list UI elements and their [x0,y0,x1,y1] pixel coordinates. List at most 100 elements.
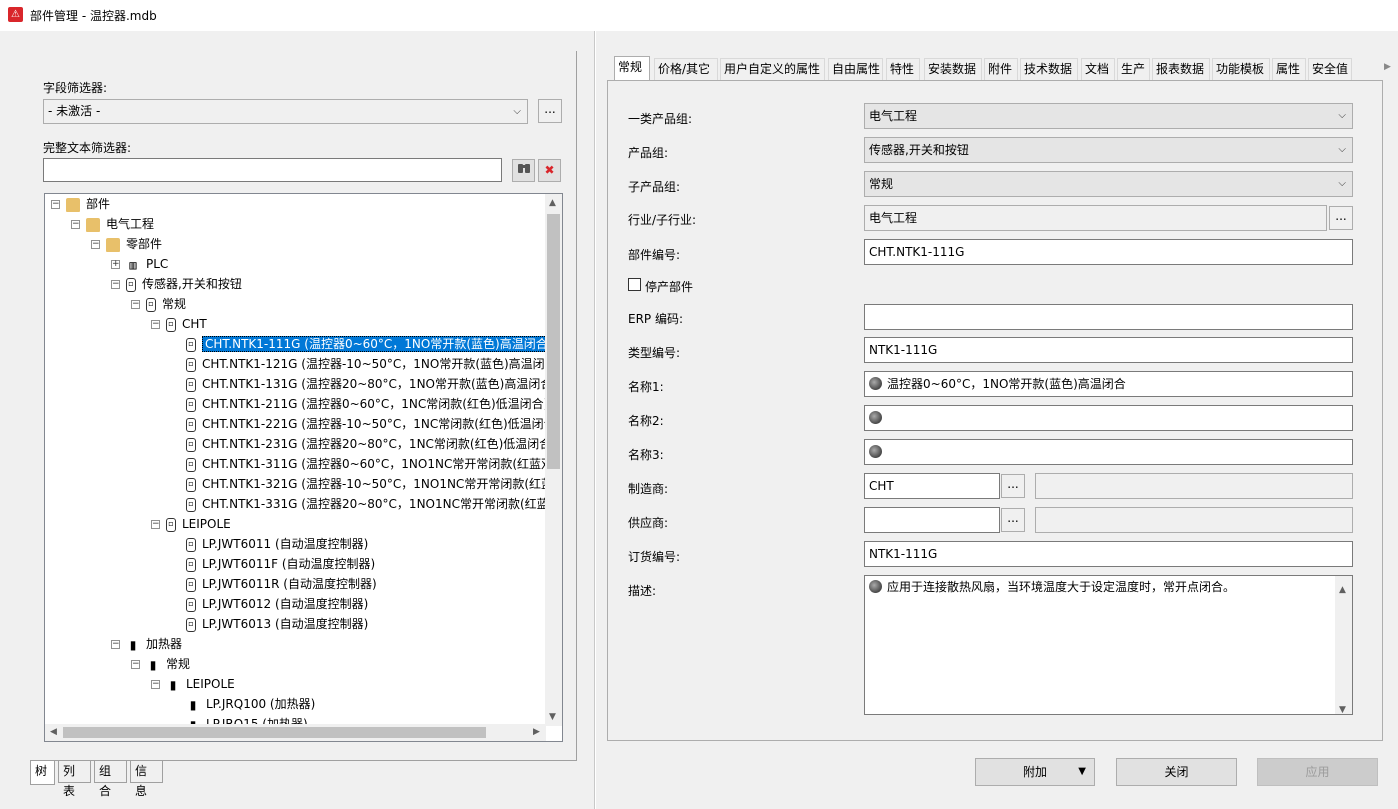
tree-node[interactable]: ▫ CHT.NTK1-331G (温控器20~80°C，1NO1NC常开常闭款(红… [171,494,562,514]
collapse-icon[interactable]: − [131,660,140,669]
tree-node[interactable]: ▫ CHT.NTK1-211G (温控器0~60°C，1NC常闭款(红色)低温闭合… [171,394,548,414]
order-number-field[interactable]: NTK1-111G [864,541,1353,567]
tree-hscroll-thumb[interactable] [63,727,486,738]
expand-icon[interactable]: + [111,260,120,269]
binoculars-icon[interactable] [512,159,535,182]
tab-properties[interactable]: 属性 [1272,58,1306,80]
tree-node[interactable]: − ▫ LEIPOLE [151,514,231,534]
tab-general[interactable]: 常规 [614,56,650,81]
collapse-icon[interactable]: − [151,320,160,329]
tab-function-templates[interactable]: 功能模板 [1212,58,1270,80]
field-filter-combo[interactable]: - 未激活 - ⌵ [43,99,528,124]
close-button[interactable]: 关闭 [1116,758,1237,786]
tree-node[interactable]: − 电气工程 [71,214,154,234]
tree-node[interactable]: ▫ CHT.NTK1-321G (温控器-10~50°C，1NO1NC常开常闭款(… [171,474,562,494]
scroll-up-icon[interactable]: ▲ [549,198,556,208]
add-button[interactable]: 附加 ▼ [975,758,1095,786]
tree-node[interactable]: − ▫ CHT [151,314,207,334]
tab-mounting-data[interactable]: 安装数据 [924,58,982,80]
collapse-icon[interactable]: − [151,680,160,689]
sub-group-combo[interactable]: 常规 ⌵ [864,171,1353,197]
collapse-icon[interactable]: − [131,300,140,309]
manufacturer-more-button[interactable]: ... [1001,474,1025,498]
tab-documents[interactable]: 文档 [1081,58,1115,80]
tab-report-data[interactable]: 报表数据 [1152,58,1210,80]
name1-field[interactable]: 温控器0~60°C，1NO常开款(蓝色)高温闭合 [864,371,1353,397]
part-tree[interactable]: − 部件 − 电气工程 − 零部件 + ▥ PLC − ▫ 传感器,开关和按钮 − ▫ 常规 − ▫ CHT ▫ CH… [44,193,563,742]
apply-button[interactable]: 应用 [1257,758,1378,786]
tab-safety-values[interactable]: 安全值 [1308,58,1352,80]
product-group1-combo[interactable]: 电气工程 ⌵ [864,103,1353,129]
tree-node[interactable]: − 部件 [51,194,110,214]
tree-node[interactable]: ▫ LP.JWT6011F (自动温度控制器) [171,554,375,574]
tree-node[interactable]: ▫ LP.JWT6013 (自动温度控制器) [171,614,368,634]
collapse-icon[interactable]: − [151,520,160,529]
tree-node[interactable]: ▫ LP.JWT6011R (自动温度控制器) [171,574,377,594]
tab-price-other[interactable]: 价格/其它 [654,58,718,80]
erp-field[interactable] [864,304,1353,330]
collapse-icon[interactable]: − [91,240,100,249]
globe-icon[interactable] [869,580,882,593]
discontinued-checkbox[interactable] [628,278,641,291]
tree-vertical-scrollbar[interactable]: ▲ ▼ [545,194,562,726]
supplier-more-button[interactable]: ... [1001,508,1025,532]
scroll-left-icon[interactable]: ◀ [50,727,57,737]
tree-node[interactable]: ▫ CHT.NTK1-311G (温控器0~60°C，1NO1NC常开常闭款(红蓝… [171,454,562,474]
tree-vscroll-thumb[interactable] [547,214,560,469]
scroll-up-icon[interactable]: ▲ [1339,580,1346,600]
tree-node[interactable]: ▫ CHT.NTK1-221G (温控器-10~50°C，1NC常闭款(红色)低温… [171,414,560,434]
product-group-value: 传感器,开关和按钮 [869,143,969,157]
tree-node[interactable]: ▫ CHT.NTK1-231G (温控器20~80°C，1NC常闭款(红色)低温闭… [171,434,556,454]
tree-node[interactable]: + ▥ PLC [111,254,168,274]
tab-production[interactable]: 生产 [1117,58,1150,80]
tree-node[interactable]: ▫ LP.JWT6012 (自动温度控制器) [171,594,368,614]
tree-node[interactable]: ▫ CHT.NTK1-121G (温控器-10~50°C，1NO常开款(蓝色)高温… [171,354,561,374]
tab-list[interactable]: 列表 [58,761,91,798]
supplier-field[interactable] [864,507,1000,533]
name3-field[interactable] [864,439,1353,465]
field-filter-more-button[interactable]: ... [538,99,562,123]
clear-filter-icon[interactable]: ✖ [538,159,561,182]
collapse-icon[interactable]: − [111,280,120,289]
tab-info[interactable]: 信息 [130,761,163,798]
fulltext-filter-input[interactable] [43,158,502,182]
description-scrollbar[interactable]: ▲ ▼ [1335,576,1352,714]
product-group-combo[interactable]: 传感器,开关和按钮 ⌵ [864,137,1353,163]
globe-icon[interactable] [869,411,882,424]
name2-field[interactable] [864,405,1353,431]
tab-user-defined-properties[interactable]: 用户自定义的属性 [720,58,825,80]
collapse-icon[interactable]: − [111,640,120,649]
dropdown-arrow-icon[interactable]: ▼ [1078,759,1086,785]
pane-splitter[interactable] [594,31,596,809]
tree-node[interactable]: ▫ CHT.NTK1-111G (温控器0~60°C，1NO常开款(蓝色)高温闭合… [171,334,556,354]
type-number-field[interactable]: NTK1-111G [864,337,1353,363]
tab-free-properties[interactable]: 自由属性 [828,58,883,80]
tree-node[interactable]: − ▫ 传感器,开关和按钮 [111,274,242,294]
scroll-down-icon[interactable]: ▼ [1339,700,1346,714]
scroll-down-icon[interactable]: ▼ [549,712,556,722]
collapse-icon[interactable]: − [51,200,60,209]
tree-horizontal-scrollbar[interactable]: ◀ ▶ [45,724,546,741]
part-number-field[interactable]: CHT.NTK1-111G [864,239,1353,265]
tree-node[interactable]: ▫ LP.JWT6011 (自动温度控制器) [171,534,368,554]
tree-node[interactable]: − ▮ 加热器 [111,634,182,654]
scroll-right-icon[interactable]: ▶ [533,727,540,737]
tree-node[interactable]: − ▮ 常规 [131,654,190,674]
description-field[interactable]: 应用于连接散热风扇，当环境温度大于设定温度时，常开点闭合。 ▲ ▼ [864,575,1353,715]
globe-icon[interactable] [869,445,882,458]
tab-accessories[interactable]: 附件 [984,58,1018,80]
tab-technical-data[interactable]: 技术数据 [1020,58,1078,80]
tabs-scroll-right-icon[interactable]: ▶ [1381,58,1394,76]
tab-combination[interactable]: 组合 [94,761,127,798]
tab-tree[interactable]: 树 [30,761,55,785]
collapse-icon[interactable]: − [71,220,80,229]
manufacturer-field[interactable]: CHT [864,473,1000,499]
tree-node[interactable]: − ▮ LEIPOLE [151,674,235,694]
tree-node[interactable]: ▮ LP.JRQ100 (加热器) [171,694,316,714]
tree-node[interactable]: − 零部件 [91,234,162,254]
globe-icon[interactable] [869,377,882,390]
industry-more-button[interactable]: ... [1329,206,1353,230]
tab-characteristics[interactable]: 特性 [886,58,920,80]
tree-node[interactable]: − ▫ 常规 [131,294,186,314]
tree-node[interactable]: ▫ CHT.NTK1-131G (温控器20~80°C，1NO常开款(蓝色)高温闭… [171,374,557,394]
